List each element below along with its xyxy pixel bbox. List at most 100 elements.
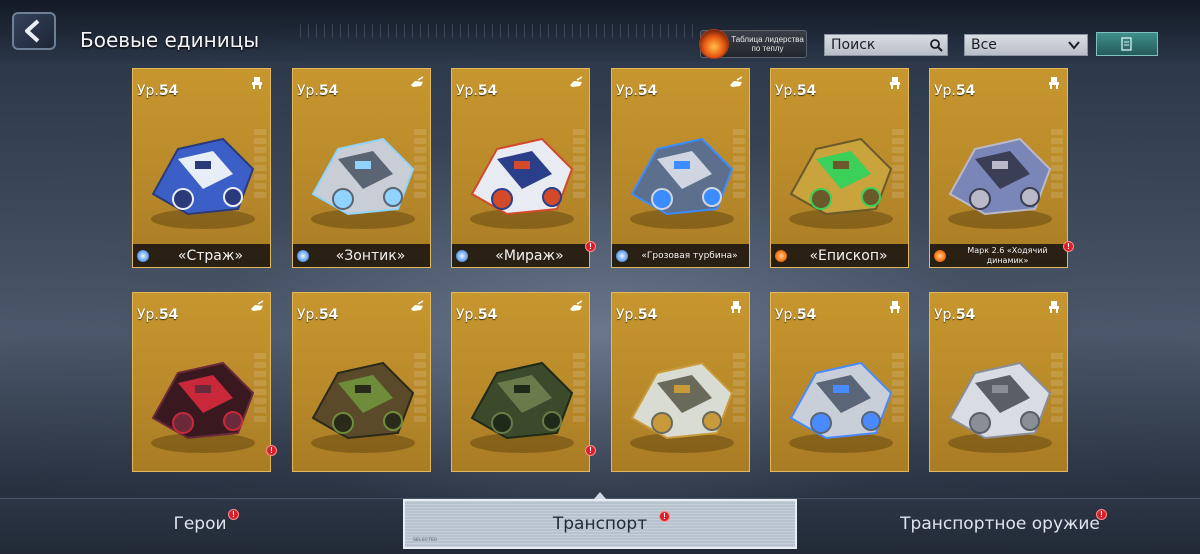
selected-marker: SELECTED [413, 537, 438, 543]
level-value: 54 [477, 83, 498, 99]
unit-level: Ур.54 [137, 307, 178, 323]
level-value: 54 [955, 83, 976, 99]
leaderboard-button[interactable]: Таблица лидерства по теплу [699, 29, 807, 59]
level-prefix: Ур. [137, 307, 159, 323]
mech-type-icon [250, 75, 264, 89]
page-title: Боевые единицы [80, 28, 260, 52]
unit-name-bar: «Мираж» [452, 244, 589, 267]
unit-name: «Зонтик» [335, 247, 406, 264]
level-prefix: Ур. [616, 83, 638, 99]
search-icon[interactable] [929, 38, 943, 52]
unit-card[interactable]: Ур.54 Марк 2.6 «Ходячий динамик» [929, 68, 1068, 268]
level-prefix: Ур. [297, 307, 319, 323]
unit-card[interactable]: Ур.54 «Мираж» [451, 68, 590, 268]
mech-type-icon [729, 299, 743, 313]
chevron-left-icon [25, 19, 40, 43]
unit-art [133, 323, 270, 468]
level-prefix: Ур. [137, 83, 159, 99]
unit-name-bar: Марк 2.6 «Ходячий динамик» [930, 244, 1067, 267]
back-button[interactable] [12, 12, 56, 50]
leaderboard-label: Таблица лидерства по теплу [731, 35, 804, 53]
unit-card[interactable]: Ур.54 «Епископ» [770, 68, 909, 268]
document-icon [1121, 37, 1132, 51]
unit-level: Ур.54 [775, 83, 816, 99]
unit-level: Ур.54 [297, 307, 338, 323]
search-input[interactable] [831, 37, 927, 53]
level-value: 54 [477, 307, 498, 323]
unit-art [293, 99, 430, 244]
tab-label: Транспорт [552, 514, 648, 534]
level-prefix: Ур. [934, 83, 956, 99]
unit-card[interactable]: Ур.54 [292, 292, 431, 472]
unit-level: Ур.54 [775, 307, 816, 323]
vehicle-type-icon [250, 299, 264, 313]
level-prefix: Ур. [456, 83, 478, 99]
vehicle-type-icon [569, 75, 583, 89]
tab-heroes[interactable]: Герои ! [0, 499, 400, 549]
info-button[interactable] [1096, 32, 1158, 56]
vehicle-type-icon [569, 299, 583, 313]
lightning-element-icon [137, 249, 149, 262]
fire-element-icon [934, 249, 946, 262]
unit-art [612, 99, 749, 244]
vehicle-type-icon [410, 75, 424, 89]
vehicle-type-icon [729, 75, 743, 89]
unit-card[interactable]: Ур.54 «Зонтик» [292, 68, 431, 268]
unit-card[interactable]: Ур.54 [929, 292, 1068, 472]
unit-art [771, 323, 908, 468]
tab-label: Герои [173, 514, 227, 534]
mech-type-icon [888, 299, 902, 313]
unit-name: «Грозовая турбина» [641, 250, 738, 261]
tab-transport[interactable]: Транспорт ! SELECTED [403, 499, 797, 549]
unit-card[interactable]: Ур.54 [770, 292, 909, 472]
unit-name: «Страж» [177, 247, 244, 264]
level-prefix: Ур. [934, 307, 956, 323]
unit-level: Ур.54 [616, 83, 657, 99]
unit-level: Ур.54 [456, 83, 497, 99]
filter-dropdown[interactable]: Все [964, 34, 1088, 56]
level-value: 54 [318, 83, 339, 99]
mech-type-icon [1047, 299, 1061, 313]
alert-badge: ! [659, 511, 670, 522]
fire-icon [699, 29, 729, 59]
unit-name-bar: «Грозовая турбина» [612, 244, 749, 267]
unit-level: Ур.54 [137, 83, 178, 99]
level-prefix: Ур. [775, 83, 797, 99]
unit-level: Ур.54 [616, 307, 657, 323]
fire-element-icon [775, 249, 787, 262]
search-box[interactable] [824, 34, 948, 56]
level-prefix: Ур. [616, 307, 638, 323]
unit-art [452, 323, 589, 468]
alert-badge: ! [1063, 241, 1074, 252]
unit-card[interactable]: Ур.54 [132, 292, 271, 472]
lightning-element-icon [616, 249, 628, 262]
unit-card[interactable]: Ур.54 «Страж» [132, 68, 271, 268]
alert-badge: ! [585, 241, 596, 252]
unit-name-bar: «Епископ» [771, 244, 908, 267]
unit-level: Ур.54 [297, 83, 338, 99]
level-value: 54 [637, 307, 658, 323]
tab-transport-weapons[interactable]: Транспортное оружие ! [800, 499, 1200, 549]
unit-card[interactable]: Ур.54 [611, 292, 750, 472]
level-prefix: Ур. [297, 83, 319, 99]
lightning-element-icon [297, 249, 309, 262]
unit-level: Ур.54 [934, 83, 975, 99]
unit-level: Ур.54 [934, 307, 975, 323]
caret-up-icon [594, 492, 606, 499]
level-value: 54 [955, 307, 976, 323]
unit-card[interactable]: Ур.54 [451, 292, 590, 472]
lightning-element-icon [456, 249, 468, 262]
unit-art [133, 99, 270, 244]
alert-badge: ! [1096, 509, 1107, 520]
unit-name-bar: «Зонтик» [293, 244, 430, 267]
unit-name: «Мираж» [495, 247, 564, 264]
unit-level: Ур.54 [456, 307, 497, 323]
bottom-tabs: Герои ! Транспорт ! SELECTED Транспортно… [0, 498, 1200, 554]
unit-name-bar: «Страж» [133, 244, 270, 267]
unit-card[interactable]: Ур.54 «Грозовая турбина» [611, 68, 750, 268]
filter-value: Все [971, 37, 997, 53]
level-value: 54 [158, 83, 179, 99]
unit-art [293, 323, 430, 468]
alert-badge: ! [585, 445, 596, 456]
alert-badge: ! [266, 445, 277, 456]
